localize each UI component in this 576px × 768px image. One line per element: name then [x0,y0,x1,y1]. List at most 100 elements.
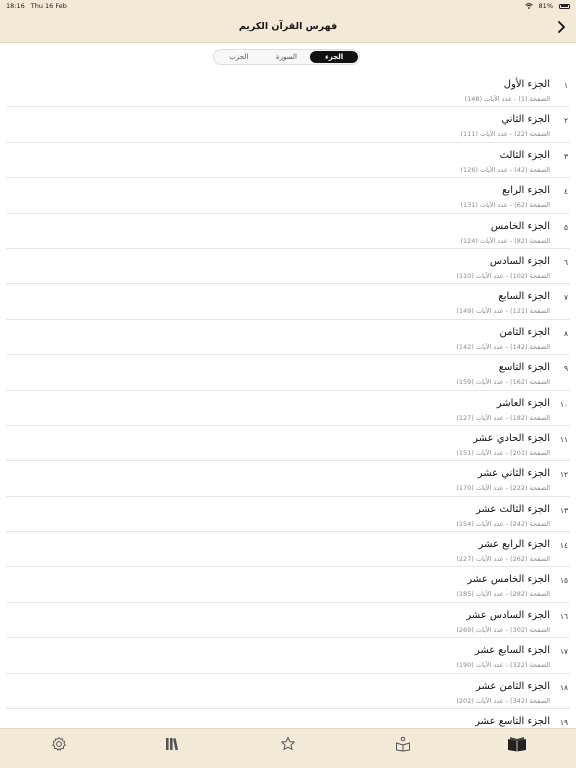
juz-number: ٦ [563,257,568,267]
juz-number: ٣ [563,151,568,161]
juz-list-item[interactable]: ١٠ الجزء العاشر الصفحة (182) - عدد الآيات … [6,391,570,426]
tab-library[interactable] [161,733,183,755]
juz-title: الجزء الثاني [501,114,550,126]
quran-index-icon [507,736,527,752]
status-left: 18:16 Thu 16 Feb [6,2,67,10]
juz-title: الجزء الثامن عشر [475,680,550,692]
juz-list-item[interactable]: ٤ الجزء الرابع الصفحة (62) - عدد الآيات (1… [6,178,570,214]
tab-reader[interactable] [392,733,414,755]
juz-details: الصفحة (142) - عدد الآيات (142) [456,342,550,351]
status-time: 18:16 [6,2,25,10]
juz-number: ٨ [563,328,568,338]
juz-number: ١ [563,81,568,90]
juz-title: الجزء السابع عشر [474,645,550,657]
juz-details: الصفحة (322) - عدد الآيات (190) [456,661,550,670]
juz-list-item[interactable]: ١ الجزء الأول الصفحة (1) - عدد الآيات (148… [6,72,570,108]
juz-details: الصفحة (82) - عدد الآيات (124) [460,236,550,245]
juz-list-item[interactable]: ١٤ الجزء الرابع عشر الصفحة (262) - عدد الآ… [6,532,570,568]
juz-list-item[interactable]: ١٩ الجزء التاسع عشر [6,709,570,728]
juz-number: ١١ [559,434,568,444]
juz-number: ١٣ [559,505,568,515]
navigation-bar: فهرس القرآن الكريم [0,12,576,43]
juz-list-item[interactable]: ٧ الجزء السابع الصفحة (121) - عدد الآيات (… [6,284,570,320]
juz-details: الصفحة (62) - عدد الآيات (131) [460,201,550,210]
juz-number: ١٦ [559,611,568,621]
juz-details: الصفحة (162) - عدد الآيات (159) [456,378,550,387]
juz-title: الجزء الثاني عشر [477,468,550,480]
juz-number: ١٥ [559,576,568,586]
juz-details: الصفحة (42) - عدد الآيات (126) [460,165,550,174]
juz-list-item[interactable]: ٢ الجزء الثاني الصفحة (22) - عدد الآيات (1… [6,107,570,143]
juz-title: الجزء الثالث [499,149,550,161]
reader-icon [395,736,411,752]
tab-settings[interactable] [48,733,70,755]
juz-number: ٧ [563,293,568,303]
juz-list-item[interactable]: ١٨ الجزء الثامن عشر الصفحة (342) - عدد الآ… [6,674,570,710]
juz-list-item[interactable]: ١٦ الجزء السادس عشر الصفحة (302) - عدد الآ… [6,603,570,639]
juz-list-item[interactable]: ٨ الجزء الثامن الصفحة (142) - عدد الآيات (… [6,320,570,356]
segmented-control: الجزء السورة الحزب [213,49,360,65]
star-icon [280,736,296,752]
juz-title: الجزء الخامس [490,220,550,232]
juz-details: الصفحة (282) - عدد الآيات (185) [456,590,550,599]
juz-list-item[interactable]: ١٥ الجزء الخامس عشر الصفحة (282) - عدد الآ… [6,567,570,603]
segment-surah[interactable]: السورة [263,51,311,63]
back-button[interactable] [552,18,570,36]
status-bar: 18:16 Thu 16 Feb 81% [0,0,576,12]
juz-title: الجزء الثامن [499,326,550,338]
juz-list-item[interactable]: ٥ الجزء الخامس الصفحة (82) - عدد الآيات (1… [6,214,570,249]
juz-details: الصفحة (201) - عدد الآيات (151) [456,448,550,457]
battery-percent: 81% [538,2,553,10]
wifi-icon [524,3,533,9]
juz-title: الجزء الخامس عشر [467,574,550,586]
juz-list-item[interactable]: ٣ الجزء الثالث الصفحة (42) - عدد الآيات (1… [6,143,570,179]
juz-number: ٤ [563,187,568,197]
juz-details: الصفحة (302) - عدد الآيات (269) [456,625,550,634]
juz-details: الصفحة (1) - عدد الآيات (148) [464,95,550,103]
page-title: فهرس القرآن الكريم [238,21,338,32]
tab-index[interactable] [506,733,528,755]
juz-details: الصفحة (242) - عدد الآيات (154) [456,519,550,528]
juz-number: ٥ [563,222,568,232]
juz-title: الجزء الثالث عشر [475,503,550,515]
juz-list: ١ الجزء الأول الصفحة (1) - عدد الآيات (148… [0,72,576,728]
juz-title: الجزء الحادي عشر [473,432,550,444]
juz-title: الجزء السادس [489,255,550,267]
juz-details: الصفحة (182) - عدد الآيات (127) [456,413,550,422]
segment-juz[interactable]: الجزء [310,51,358,63]
juz-details: الصفحة (342) - عدد الآيات (202) [456,696,550,705]
juz-number: ١٠ [559,399,568,409]
juz-list-item[interactable]: ١١ الجزء الحادي عشر الصفحة (201) - عدد الآ… [6,426,570,462]
juz-list-item[interactable]: ١٣ الجزء الثالث عشر الصفحة (242) - عدد الآ… [6,497,570,533]
juz-title: الجزء الأول [503,79,550,90]
juz-number: ٩ [563,364,568,374]
juz-details: الصفحة (102) - عدد الآيات (110) [456,271,550,280]
juz-title: الجزء السادس عشر [466,609,550,621]
juz-title: الجزء الرابع عشر [478,539,551,551]
battery-icon [559,3,570,9]
juz-number: ١٤ [559,541,568,551]
status-right: 81% [524,2,570,10]
juz-details: الصفحة (22) - عدد الآيات (111) [460,130,550,139]
juz-list-item[interactable]: ٩ الجزء التاسع الصفحة (162) - عدد الآيات (… [6,355,570,391]
juz-list-item[interactable]: ٦ الجزء السادس الصفحة (102) - عدد الآيات (… [6,249,570,285]
juz-details: الصفحة (121) - عدد الآيات (149) [456,307,550,316]
juz-title: الجزء التاسع عشر [475,716,550,728]
juz-title: الجزء الرابع [502,185,550,197]
chevron-right-icon [556,21,566,33]
juz-number: ١٩ [559,718,568,728]
juz-title: الجزء السابع [498,291,550,303]
juz-title: الجزء التاسع [498,362,550,374]
juz-title: الجزء العاشر [496,397,550,409]
library-icon [164,736,180,752]
juz-number: ١٨ [559,682,568,692]
juz-details: الصفحة (262) - عدد الآيات (227) [456,555,550,564]
juz-list-item[interactable]: ١٢ الجزء الثاني عشر الصفحة (222) - عدد الآ… [6,461,570,497]
juz-number: ١٢ [559,470,568,480]
juz-list-item[interactable]: ١٧ الجزء السابع عشر الصفحة (322) - عدد الآ… [6,638,570,674]
tab-favorites[interactable] [277,733,299,755]
tab-bar [0,728,576,768]
segment-hizb[interactable]: الحزب [215,51,263,63]
status-date: Thu 16 Feb [30,2,67,10]
juz-number: ١٧ [559,647,568,657]
